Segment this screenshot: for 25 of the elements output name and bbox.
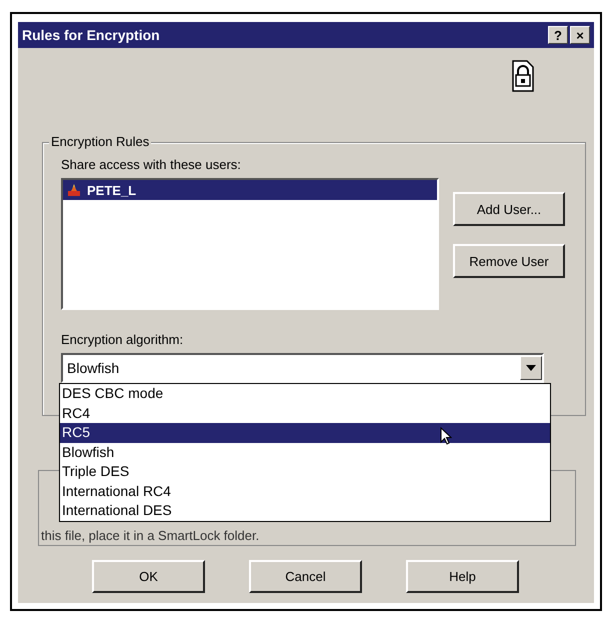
dropdown-option[interactable]: International RC4 <box>60 482 550 501</box>
remove-user-button[interactable]: Remove User <box>453 244 565 278</box>
dropdown-option[interactable]: Blowfish <box>60 442 550 462</box>
locked-file-icon <box>512 60 534 92</box>
dropdown-option[interactable]: DES CBC mode <box>60 384 550 404</box>
help-button[interactable]: Help <box>406 560 519 593</box>
group-title: Encryption Rules <box>49 134 152 149</box>
close-button[interactable]: × <box>570 26 590 44</box>
user-icon <box>67 183 81 197</box>
user-list[interactable]: PETE_L <box>61 178 439 310</box>
note-text: this file, place it in a SmartLock folder. <box>41 528 260 543</box>
user-list-item[interactable]: PETE_L <box>63 180 437 200</box>
window-title: Rules for Encryption <box>22 27 160 43</box>
dropdown-option[interactable]: RC5 <box>60 423 550 442</box>
algorithm-label: Encryption algorithm: <box>61 332 184 347</box>
algorithm-dropdown[interactable]: Blowfish <box>61 353 544 383</box>
users-label: Share access with these users: <box>61 157 242 172</box>
mouse-pointer-icon <box>440 427 452 445</box>
add-user-button[interactable]: Add User... <box>453 192 565 226</box>
dropdown-option[interactable]: RC4 <box>60 404 550 423</box>
help-button[interactable]: ? <box>548 26 568 44</box>
cancel-button[interactable]: Cancel <box>249 560 362 593</box>
dropdown-option[interactable]: International DES <box>60 501 550 520</box>
dropdown-option[interactable]: Triple DES <box>60 462 550 482</box>
ok-button[interactable]: OK <box>92 560 205 593</box>
